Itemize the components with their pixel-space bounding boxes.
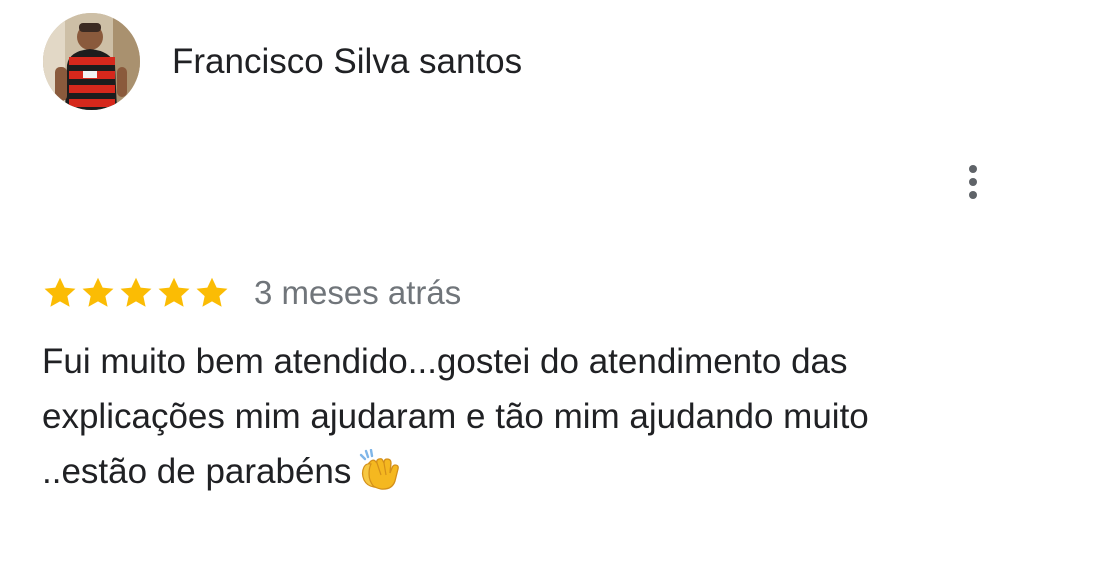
review-text-line-last: ..estão de parabéns bbox=[42, 444, 1052, 499]
review-date: 3 meses atrás bbox=[254, 274, 462, 311]
avatar-photo bbox=[43, 13, 140, 110]
star-icon bbox=[44, 277, 76, 307]
star-icon bbox=[158, 277, 190, 307]
star-icon bbox=[120, 277, 152, 307]
more-vert-icon-dot bbox=[969, 191, 977, 199]
review-meta: 3 meses atrás bbox=[42, 271, 461, 315]
review-body: Fui muito bem atendido...gostei do atend… bbox=[42, 334, 1052, 499]
star-rating bbox=[42, 275, 230, 311]
review-text-line: Fui muito bem atendido...gostei do atend… bbox=[42, 342, 848, 381]
more-options-button[interactable] bbox=[952, 158, 994, 206]
review-text-line: ..estão de parabéns bbox=[42, 452, 352, 491]
avatar[interactable] bbox=[43, 13, 140, 110]
more-vert-icon bbox=[969, 165, 977, 173]
clapping-hands-emoji-icon bbox=[357, 448, 401, 491]
more-vert-icon-dot bbox=[969, 178, 977, 186]
star-icon bbox=[82, 277, 114, 307]
review-text-line: explicações mim ajudaram e tão mim ajuda… bbox=[42, 397, 869, 436]
author-name[interactable]: Francisco Silva santos bbox=[172, 40, 522, 84]
star-icon bbox=[196, 277, 228, 307]
